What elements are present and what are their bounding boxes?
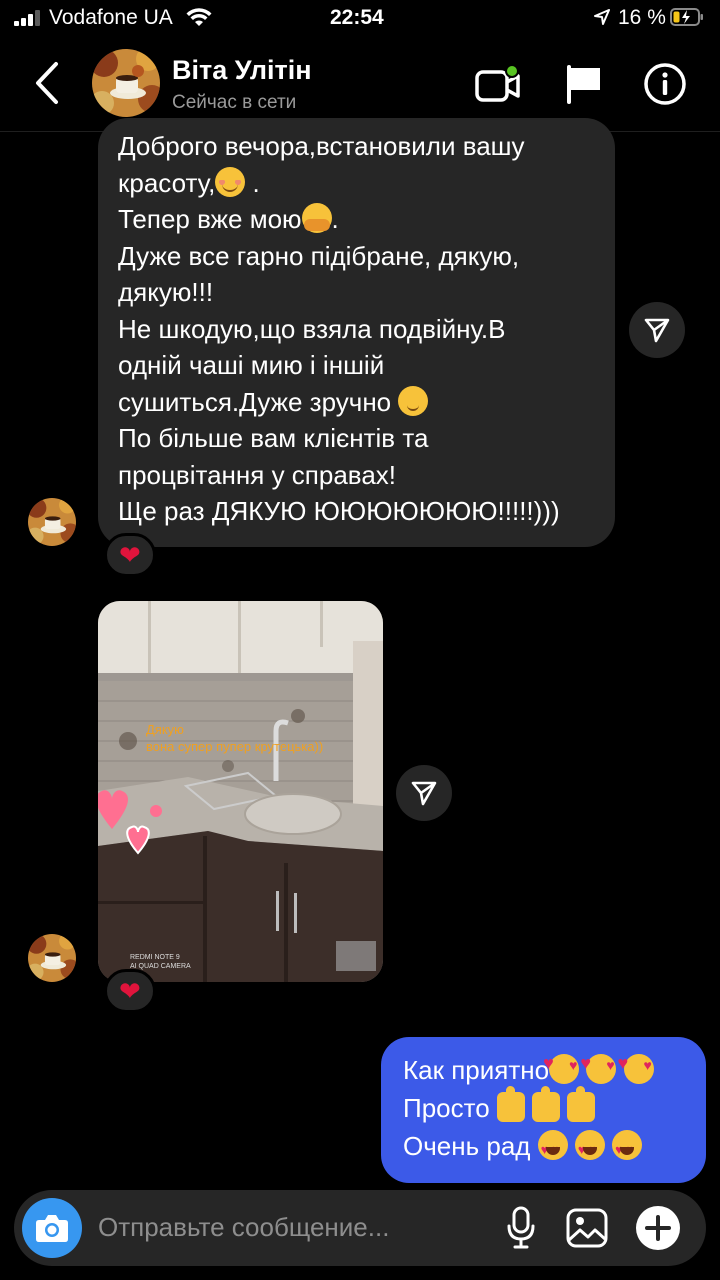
send-paper-plane-icon (644, 318, 670, 343)
sender-avatar[interactable] (28, 498, 76, 546)
camera-icon (36, 1215, 68, 1242)
cellular-signal-icon (14, 10, 40, 26)
clock: 22:54 (330, 6, 384, 29)
incoming-message-text: Доброго вечора,встановили вашу красоту, … (118, 131, 560, 526)
outgoing-line-text: Как приятно (403, 1055, 550, 1085)
carrier-name: Vodafone UA (49, 6, 173, 29)
send-paper-plane-icon (411, 781, 437, 806)
back-chevron-icon[interactable] (30, 60, 66, 106)
heart-reaction[interactable]: ❤ (104, 969, 156, 1013)
smiling-face-with-hearts-emoji-icon (543, 1044, 580, 1084)
kitchen-sink-photo (98, 601, 383, 982)
outgoing-line-text: Просто (403, 1093, 490, 1123)
microphone-icon[interactable] (506, 1206, 536, 1250)
battery-percent: 16 % (618, 6, 666, 29)
wifi-icon (186, 8, 212, 26)
incoming-message-bubble[interactable]: Доброго вечора,встановили вашу красоту, … (98, 118, 615, 547)
online-status: Сейчас в сети (172, 92, 297, 113)
message-line: Доброго вечора,встановили вашу (118, 131, 525, 161)
thumbs-up-emoji-icon (496, 1086, 525, 1122)
hugging-face-emoji-icon (301, 203, 332, 233)
location-arrow-icon (594, 9, 610, 25)
smiling-blush-emoji-icon (215, 166, 246, 197)
heart-icon: ❤ (119, 976, 141, 1006)
status-bar: Vodafone UA 22:54 16 % (0, 0, 720, 40)
message-line: красоту, (118, 167, 216, 198)
message-line: Тепер вже мою (118, 204, 302, 234)
contact-avatar[interactable] (92, 49, 160, 117)
outgoing-message-line: Как приятно (403, 1044, 686, 1089)
plus-icon (645, 1215, 671, 1241)
message-input[interactable]: Отправьте сообщение... (98, 1212, 389, 1243)
camera-button[interactable] (22, 1198, 82, 1258)
heart-reaction[interactable]: ❤ (104, 533, 156, 577)
heart-icon: ❤ (119, 540, 141, 570)
outgoing-message-line: Очень рад (403, 1127, 686, 1169)
message-line: Не шкодую,що взяла подвійну.В (118, 313, 506, 344)
outgoing-message-bubble[interactable]: Как приятно Просто Очень рад (381, 1037, 706, 1183)
video-call-icon[interactable] (474, 64, 524, 104)
message-line: одній чаші мию і іншій (118, 350, 385, 380)
share-message-button[interactable] (629, 302, 685, 358)
gallery-icon[interactable] (566, 1208, 608, 1248)
photo-caption: Дякую вона супер пупер крутецька)) (146, 721, 323, 755)
flag-icon[interactable] (564, 64, 604, 104)
outgoing-message-line: Просто (403, 1086, 686, 1127)
battery-charging-icon (670, 8, 703, 26)
message-line: Дуже все гарно підібране, дякую, (118, 240, 520, 271)
heart-eyes-emoji-icon (612, 1130, 643, 1169)
autumn-coffee-avatar-image (28, 498, 76, 546)
contact-name[interactable]: Віта Улітін (172, 55, 312, 86)
smiling-face-with-hearts-emoji-icon (580, 1044, 617, 1084)
heart-eyes-emoji-icon (537, 1130, 568, 1169)
message-line: Ще раз ДЯКУЮ ЮЮЮЮЮЮЮ!!!!!))) (118, 496, 560, 526)
message-line: дякую!!! (118, 277, 214, 307)
photo-caption-line: вона супер пупер крутецька)) (146, 739, 324, 754)
autumn-coffee-avatar-image (28, 934, 76, 982)
sender-avatar[interactable] (28, 934, 76, 982)
message-composer: Отправьте сообщение... (14, 1190, 706, 1266)
info-icon[interactable] (643, 62, 687, 106)
camera-watermark-line: REDMI NOTE 9 (130, 954, 180, 961)
photo-caption-line: Дякую (146, 722, 184, 737)
message-line: По більше вам клієнтів та (118, 423, 429, 453)
thumbs-up-emoji-icon (567, 1086, 596, 1122)
autumn-coffee-avatar-image (92, 49, 160, 117)
winking-face-emoji-icon (398, 385, 429, 416)
thumbs-up-emoji-icon (532, 1086, 561, 1122)
smiling-face-with-hearts-emoji-icon (618, 1044, 654, 1084)
photo-message[interactable]: Дякую вона супер пупер крутецька)) REDMI… (98, 601, 383, 982)
message-line: сушиться.Дуже зручно (118, 386, 392, 417)
share-photo-button[interactable] (396, 765, 452, 821)
outgoing-line-text: Очень рад (403, 1131, 531, 1161)
message-line: процвітання у справах! (118, 459, 397, 490)
add-button[interactable] (636, 1206, 680, 1250)
heart-eyes-emoji-icon (574, 1130, 605, 1169)
